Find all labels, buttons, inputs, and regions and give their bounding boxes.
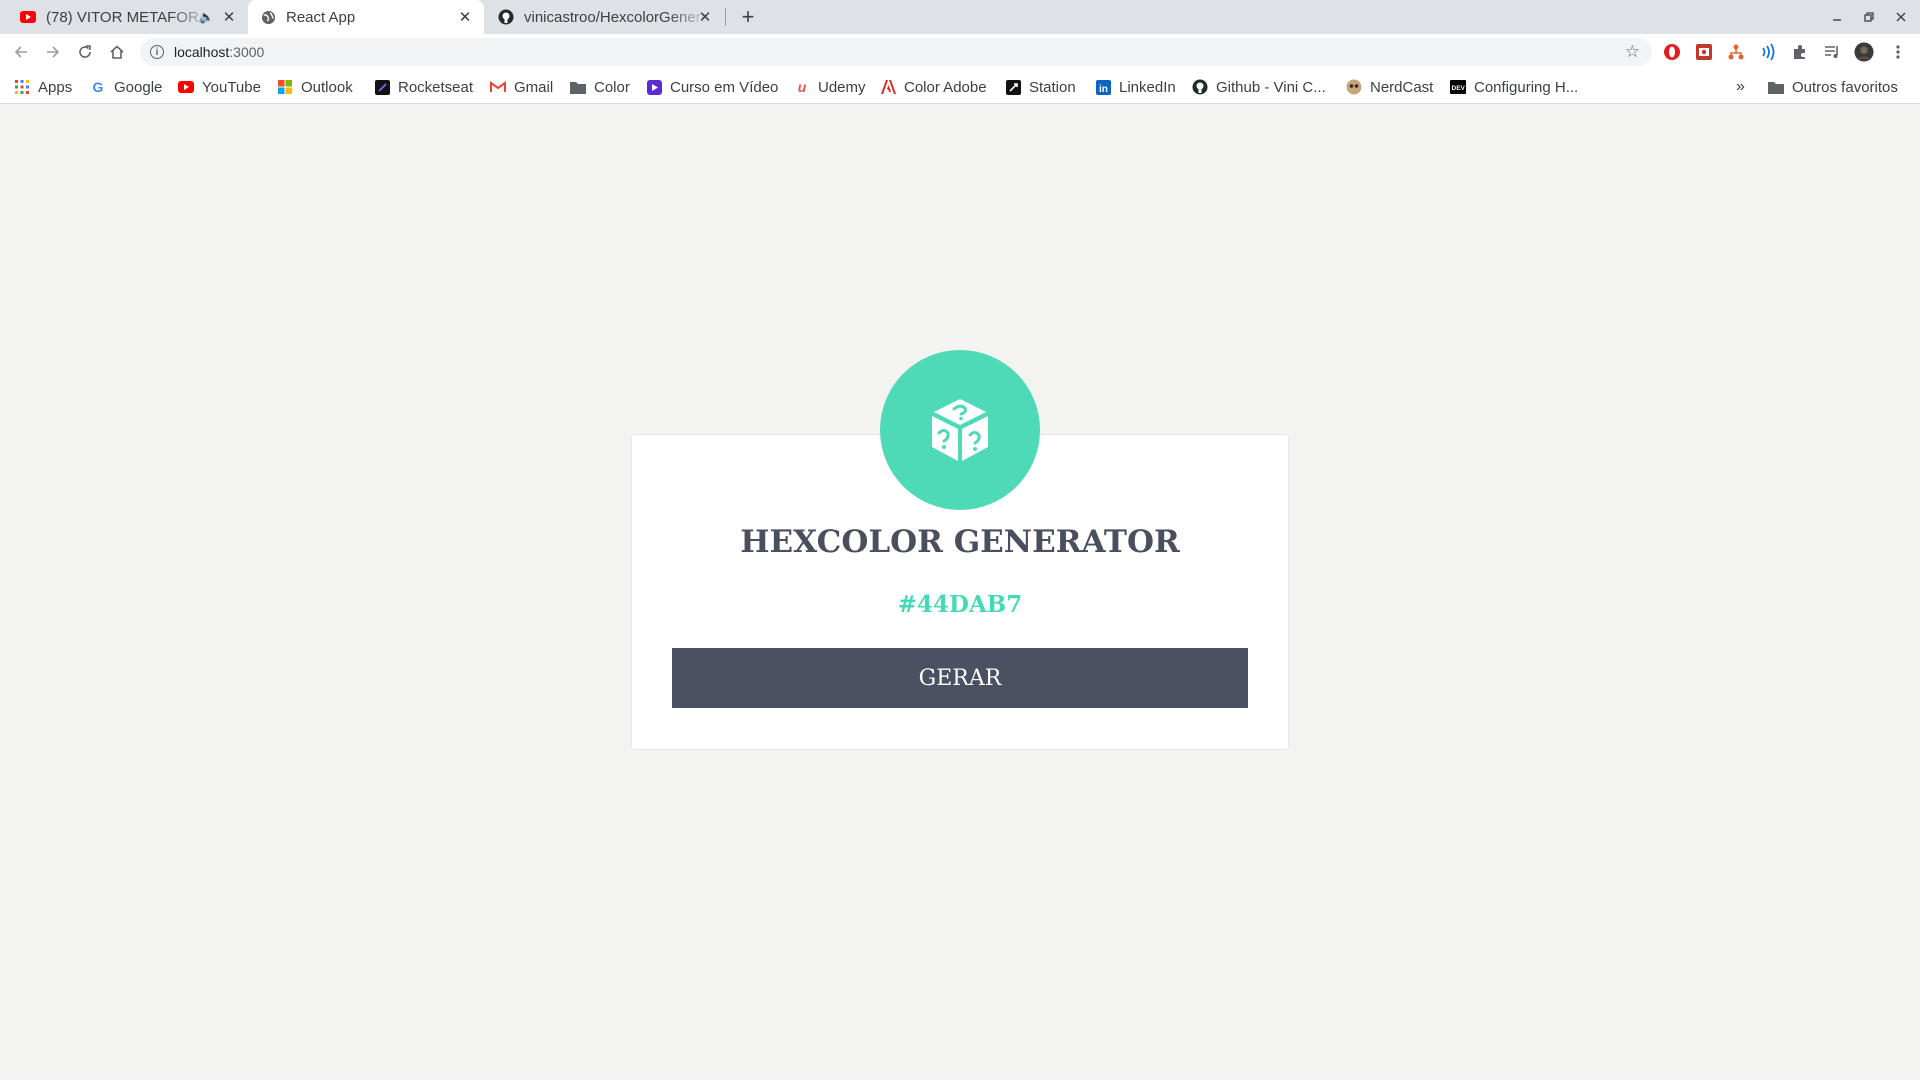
dice-question-icon xyxy=(932,399,988,461)
kebab-menu-icon[interactable] xyxy=(1888,42,1908,62)
linkedin-icon: in xyxy=(1095,79,1111,95)
cast-extension-icon[interactable] xyxy=(1758,42,1778,62)
svg-text:DEV: DEV xyxy=(1452,85,1466,92)
bookmark-youtube[interactable]: YouTube xyxy=(178,70,261,104)
bookmark-gmail[interactable]: Gmail xyxy=(490,70,553,104)
bookmark-label: Outlook xyxy=(301,78,353,96)
info-icon[interactable]: i xyxy=(150,45,164,59)
restore-icon[interactable] xyxy=(1854,0,1884,34)
youtube-icon xyxy=(20,9,36,25)
tab-strip: (78) VITOR METAFORA 🔈 ✕ React App ✕ vini… xyxy=(0,0,1920,34)
station-icon xyxy=(1005,79,1021,95)
microsoft-icon xyxy=(277,79,293,95)
tab-youtube[interactable]: (78) VITOR METAFORA 🔈 ✕ xyxy=(8,0,248,34)
bookmark-rocketseat[interactable]: Rocketseat xyxy=(374,70,473,104)
tab-separator xyxy=(725,8,726,26)
hex-color-value: #44DAB7 xyxy=(897,591,1023,618)
home-icon[interactable] xyxy=(103,38,131,66)
bookmark-outlook[interactable]: Outlook xyxy=(277,70,353,104)
bookmark-udemy[interactable]: u Udemy xyxy=(794,70,866,104)
tab-react-app[interactable]: React App ✕ xyxy=(248,0,484,34)
bookmark-label: Gmail xyxy=(514,78,554,96)
gmail-icon xyxy=(490,79,506,95)
bookmark-color-adobe[interactable]: Color Adobe xyxy=(880,70,987,104)
bookmark-label: Rocketseat xyxy=(398,78,474,96)
close-icon[interactable]: ✕ xyxy=(220,8,238,26)
reload-icon[interactable] xyxy=(71,38,99,66)
bookmark-apps[interactable]: Apps xyxy=(14,70,72,104)
bookmark-label: Google xyxy=(114,78,163,96)
page-title: HEXCOLOR GENERATOR xyxy=(740,524,1180,560)
curso-em-video-icon xyxy=(646,79,662,95)
github-icon xyxy=(498,9,514,25)
tab-title: vinicastroo/HexcolorGenerator xyxy=(524,8,709,26)
puzzle-icon[interactable] xyxy=(1790,42,1810,62)
bookmark-label: Color Adobe xyxy=(904,78,987,96)
browser-toolbar: i localhost:3000 ☆ xyxy=(0,34,1920,70)
close-icon[interactable]: ✕ xyxy=(696,8,714,26)
bookmark-label: Station xyxy=(1029,78,1076,96)
bookmark-curso-em-video[interactable]: Curso em Vídeo xyxy=(646,70,778,104)
bookmark-color[interactable]: Color xyxy=(570,70,630,104)
bookmark-nerdcast[interactable]: NerdCast xyxy=(1346,70,1433,104)
speaker-icon[interactable]: 🔈 xyxy=(199,10,214,24)
bookmark-label: Color xyxy=(594,78,630,96)
bookmark-other-favorites[interactable]: Outros favoritos xyxy=(1768,70,1898,104)
tab-title: (78) VITOR METAFORA xyxy=(46,8,209,26)
avatar[interactable] xyxy=(1854,42,1874,62)
bookmarks-bar: Apps G Google YouTube Outlook Rocketseat… xyxy=(0,70,1920,104)
bookmark-label: Outros favoritos xyxy=(1792,78,1898,96)
bookmark-label: YouTube xyxy=(202,78,261,96)
bookmark-github[interactable]: Github - Vini C... xyxy=(1192,70,1326,104)
bookmark-configuring[interactable]: DEV Configuring H... xyxy=(1450,70,1578,104)
bookmark-label: NerdCast xyxy=(1370,78,1434,96)
rocketseat-icon xyxy=(374,79,390,95)
folder-icon xyxy=(1768,79,1784,95)
url-text: localhost:3000 xyxy=(174,44,264,60)
youtube-icon xyxy=(178,79,194,95)
dev-icon: DEV xyxy=(1450,79,1466,95)
opera-extension-icon[interactable] xyxy=(1662,42,1682,62)
more-bookmarks-button[interactable]: » xyxy=(1736,70,1745,104)
screenshot-extension-icon[interactable] xyxy=(1694,42,1714,62)
url-host: localhost xyxy=(174,44,230,60)
new-tab-button[interactable]: + xyxy=(734,4,762,29)
bookmark-station[interactable]: Station xyxy=(1005,70,1076,104)
bookmark-linkedin[interactable]: in LinkedIn xyxy=(1095,70,1176,104)
bookmark-label: Udemy xyxy=(818,78,866,96)
generate-button[interactable]: GERAR xyxy=(672,648,1248,708)
tab-github[interactable]: vinicastroo/HexcolorGenerator ✕ xyxy=(484,0,724,34)
globe-icon xyxy=(260,9,276,25)
network-extension-icon[interactable] xyxy=(1726,42,1746,62)
back-icon[interactable] xyxy=(7,38,35,66)
bookmark-label: Configuring H... xyxy=(1474,78,1579,96)
address-bar[interactable]: i localhost:3000 ☆ xyxy=(140,38,1652,66)
close-window-icon[interactable] xyxy=(1886,0,1916,34)
bookmark-label: LinkedIn xyxy=(1119,78,1176,96)
bookmark-google[interactable]: G Google xyxy=(90,70,163,104)
minimize-icon[interactable] xyxy=(1822,0,1852,34)
close-icon[interactable]: ✕ xyxy=(456,8,474,26)
bookmark-label: Github - Vini C... xyxy=(1216,78,1326,96)
adobe-icon xyxy=(880,79,896,95)
logo xyxy=(880,350,1040,510)
github-icon xyxy=(1192,79,1208,95)
bookmark-label: Apps xyxy=(38,78,73,96)
apps-grid-icon xyxy=(14,79,30,95)
star-icon[interactable]: ☆ xyxy=(1625,42,1640,62)
folder-icon xyxy=(570,79,586,95)
tab-title: React App xyxy=(286,8,356,26)
nerdcast-icon xyxy=(1346,79,1362,95)
google-icon: G xyxy=(92,79,104,95)
media-queue-icon[interactable] xyxy=(1822,42,1842,62)
url-port: :3000 xyxy=(229,44,265,60)
udemy-icon: u xyxy=(797,79,807,95)
bookmark-label: Curso em Vídeo xyxy=(670,78,779,96)
svg-text:in: in xyxy=(1099,84,1108,95)
forward-icon[interactable] xyxy=(39,38,67,66)
